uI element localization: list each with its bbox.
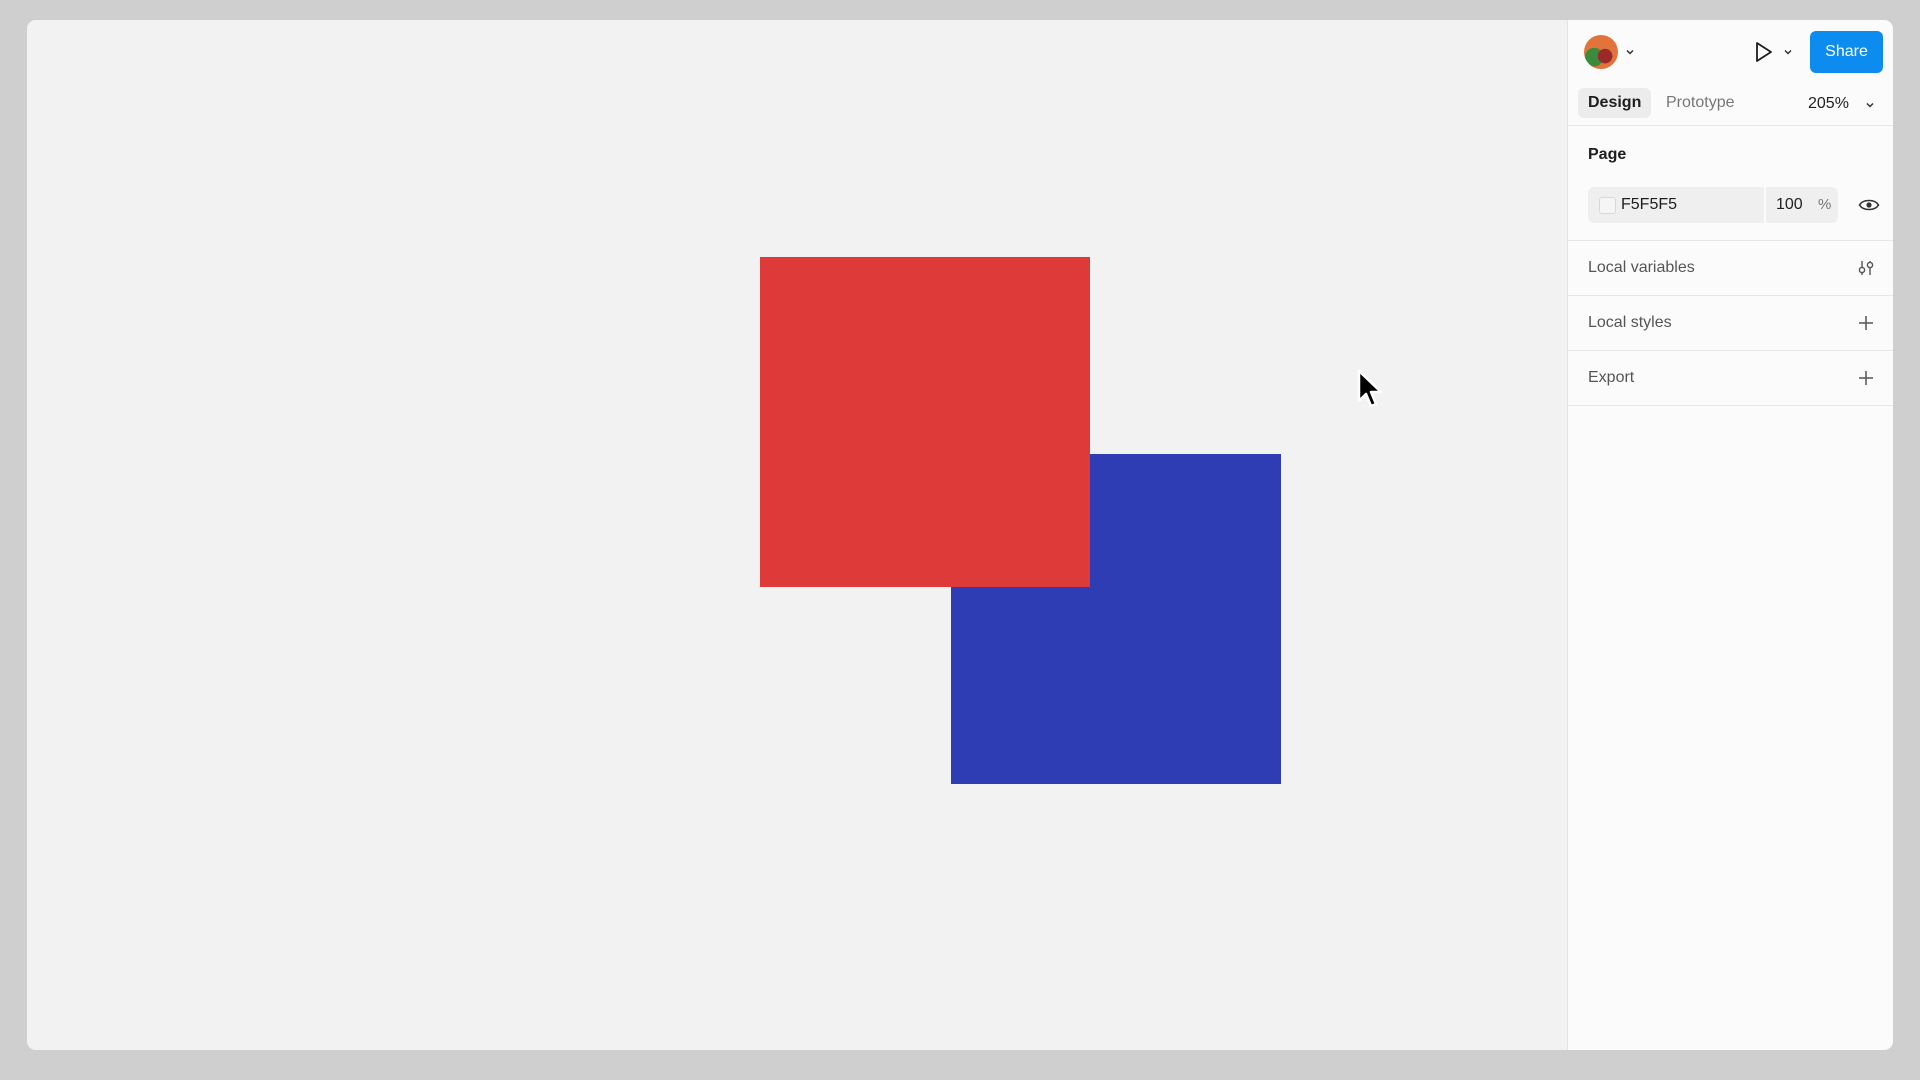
- panel-tabs: Design Prototype 205%: [1568, 84, 1893, 126]
- page-fill-field[interactable]: F5F5F5 100 %: [1588, 187, 1838, 223]
- zoom-level[interactable]: 205%: [1808, 95, 1849, 113]
- local-styles-row[interactable]: Local styles: [1568, 296, 1893, 351]
- export-label: Export: [1588, 369, 1635, 386]
- share-button[interactable]: Share: [1810, 31, 1883, 73]
- design-canvas[interactable]: [27, 20, 1567, 1050]
- chevron-down-icon[interactable]: [1624, 46, 1636, 58]
- plus-icon[interactable]: [1855, 367, 1877, 389]
- chevron-down-icon[interactable]: [1864, 99, 1876, 111]
- red-rectangle[interactable]: [760, 257, 1090, 587]
- tab-design[interactable]: Design: [1578, 88, 1652, 118]
- page-section: Page F5F5F5 100 %: [1568, 126, 1893, 241]
- local-variables-row[interactable]: Local variables: [1568, 241, 1893, 296]
- app-window: Share Design Prototype 205% Page F5F5F5 …: [27, 20, 1893, 1050]
- local-variables-label: Local variables: [1588, 259, 1695, 276]
- fill-hex-input[interactable]: F5F5F5: [1621, 196, 1677, 214]
- opacity-unit: %: [1818, 196, 1832, 213]
- export-row[interactable]: Export: [1568, 351, 1893, 406]
- mouse-pointer-icon: [1357, 369, 1383, 408]
- plus-icon[interactable]: [1855, 312, 1877, 334]
- color-swatch[interactable]: [1599, 197, 1616, 214]
- chevron-down-icon[interactable]: [1782, 46, 1794, 58]
- tab-prototype[interactable]: Prototype: [1656, 88, 1744, 118]
- local-styles-label: Local styles: [1588, 314, 1672, 331]
- properties-panel: Share Design Prototype 205% Page F5F5F5 …: [1567, 20, 1893, 1050]
- field-divider: [1764, 187, 1766, 223]
- panel-header: Share: [1568, 20, 1893, 84]
- sliders-icon[interactable]: [1855, 257, 1877, 279]
- eye-icon[interactable]: [1858, 196, 1880, 214]
- play-icon[interactable]: [1750, 39, 1776, 65]
- user-avatar[interactable]: [1584, 35, 1618, 69]
- page-section-title: Page: [1588, 146, 1627, 163]
- opacity-input[interactable]: 100: [1776, 196, 1803, 214]
